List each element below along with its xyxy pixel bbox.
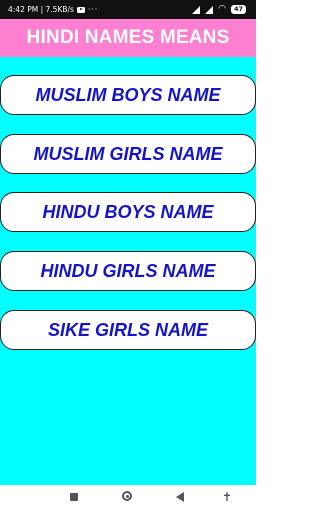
- muslim-boys-name-button[interactable]: MUSLIM BOYS NAME: [0, 75, 256, 115]
- menu-button-label: MUSLIM BOYS NAME: [35, 84, 221, 105]
- signal-icon-2: [205, 5, 214, 14]
- main-content: MUSLIM BOYS NAME MUSLIM GIRLS NAME HINDU…: [0, 57, 256, 485]
- status-time-speed: 4:42 PM | 7.5KB/s: [8, 5, 74, 14]
- hindu-girls-name-button[interactable]: HINDU GIRLS NAME: [0, 251, 256, 291]
- system-nav-bar: ✝: [0, 485, 256, 512]
- hindu-boys-name-button[interactable]: HINDU BOYS NAME: [0, 192, 256, 232]
- status-right: ◠ 47: [192, 5, 246, 14]
- menu-button-label: MUSLIM GIRLS NAME: [33, 143, 223, 164]
- muslim-girls-name-button[interactable]: MUSLIM GIRLS NAME: [0, 134, 256, 174]
- menu-button-label: SIKE GIRLS NAME: [47, 319, 208, 340]
- recents-icon[interactable]: [70, 493, 78, 501]
- signal-icon: [192, 5, 201, 14]
- app-header: HINDI NAMES MEANS: [0, 19, 256, 57]
- accessibility-icon[interactable]: ✝: [222, 490, 232, 504]
- menu-button-label: HINDU GIRLS NAME: [40, 260, 216, 281]
- home-icon[interactable]: [122, 491, 132, 501]
- battery-icon: 47: [230, 5, 246, 14]
- back-icon[interactable]: [176, 492, 184, 502]
- sike-girls-name-button[interactable]: SIKE GIRLS NAME: [0, 310, 256, 350]
- youtube-notification-icon: [76, 6, 85, 13]
- status-left: 4:42 PM | 7.5KB/s ···: [8, 5, 98, 14]
- status-bar: 4:42 PM | 7.5KB/s ··· ◠ 47: [0, 0, 256, 19]
- more-notifications-icon: ···: [87, 5, 99, 14]
- page-title: HINDI NAMES MEANS: [26, 27, 230, 48]
- menu-button-label: HINDU BOYS NAME: [42, 201, 214, 222]
- wifi-icon: ◠: [218, 4, 226, 14]
